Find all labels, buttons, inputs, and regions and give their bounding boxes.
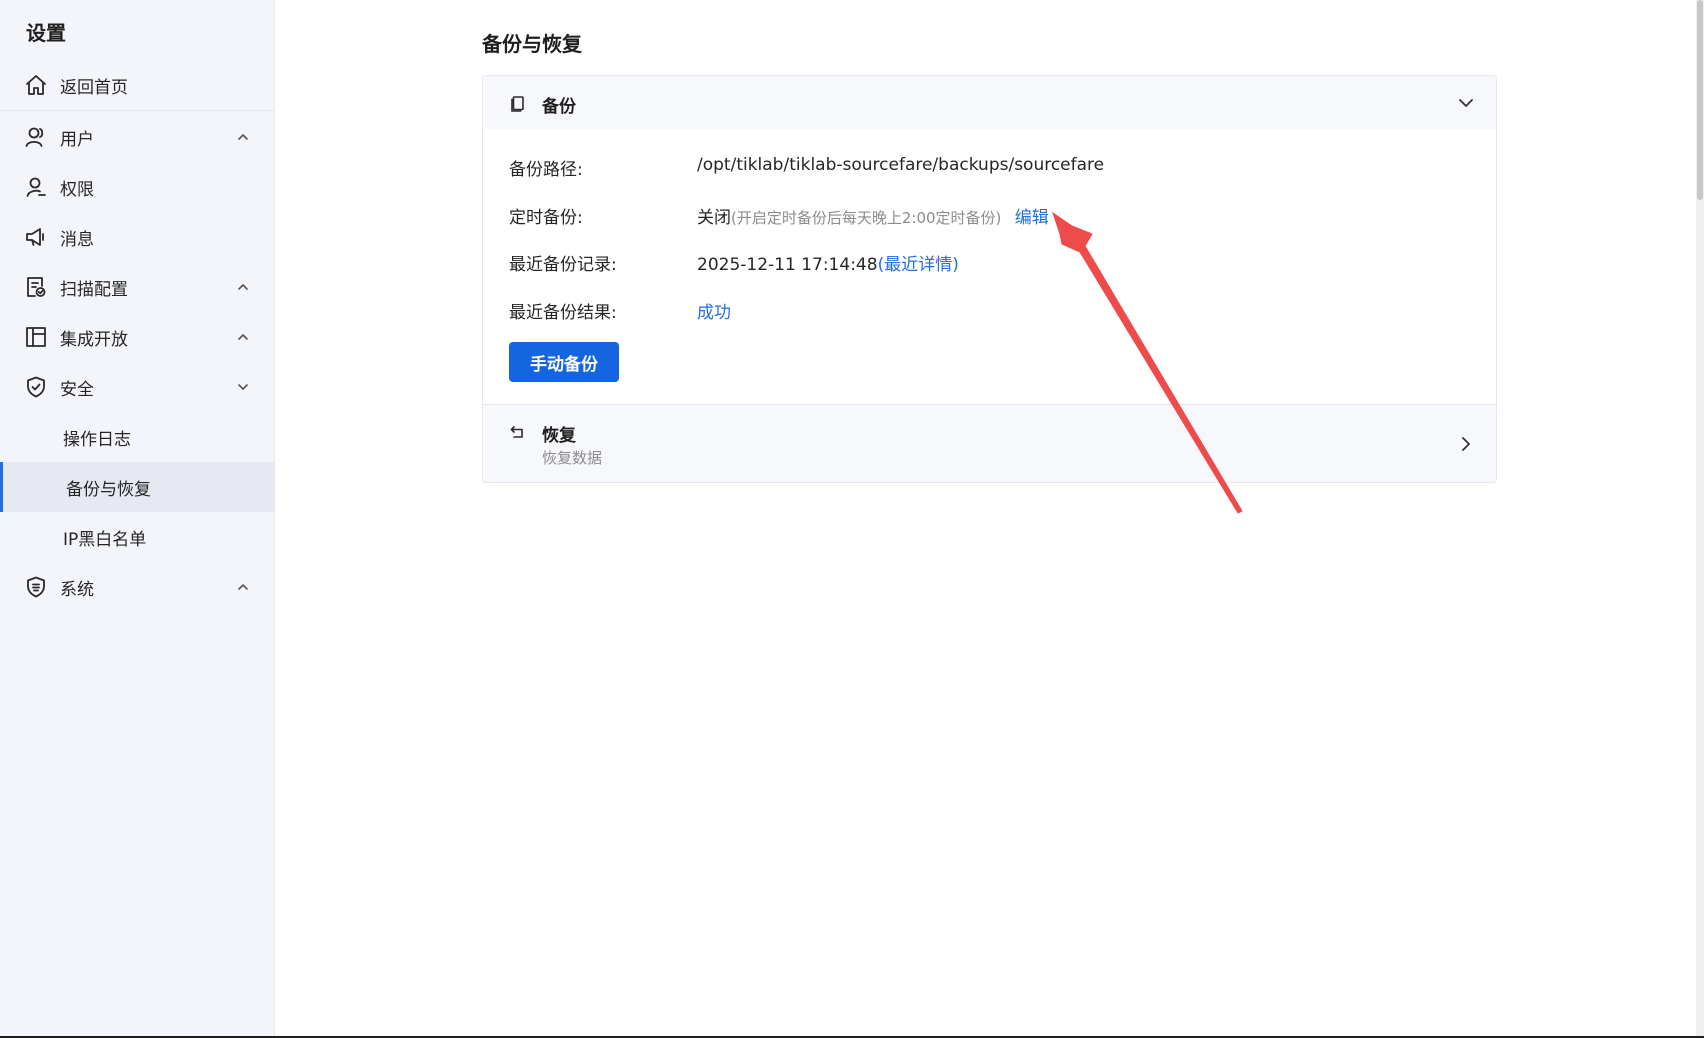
scan-document-icon [27,277,46,297]
page-scrollbar[interactable] [1696,0,1704,1038]
sidebar-item-label: IP黑白名单 [63,529,147,550]
sidebar-item-home[interactable]: 返回首页 [0,60,274,110]
backup-section-title: 备份 [542,97,576,117]
backup-restore-card: 备份 备份路径: /opt/tiklab/tiklab-sourcefare/b… [482,75,1497,483]
schedule-status: 关闭 [697,208,731,228]
permission-user-icon [26,177,46,197]
sidebar-item-users[interactable]: 用户 [0,112,274,162]
restore-section[interactable]: 恢复 恢复数据 [483,404,1496,482]
sidebar-item-backup-restore[interactable]: 备份与恢复 [0,462,274,512]
chevron-up-icon [238,284,248,290]
sidebar: 设置 返回首页 用户 权限 消息 扫描配置 集成开放 安全 操作日志 备份与恢复… [0,0,275,1038]
chevron-up-icon [238,334,248,340]
schedule-hint: (开启定时备份后每天晚上2:00定时备份) [731,209,1002,227]
sidebar-item-messages[interactable]: 消息 [0,212,274,262]
layout-icon [26,327,46,347]
chevron-up-icon [238,584,248,590]
scrollbar-thumb[interactable] [1697,0,1703,200]
restore-title: 恢复 [542,426,576,446]
schedule-label: 定时备份: [509,208,583,228]
shield-check-icon [27,376,45,398]
recent-record-label: 最近备份记录: [509,255,617,275]
chevron-up-icon [238,134,248,140]
sidebar-item-label: 集成开放 [60,329,128,350]
sidebar-item-label: 消息 [60,229,94,250]
sidebar-item-permissions[interactable]: 权限 [0,162,274,212]
sidebar-item-security[interactable]: 安全 [0,362,274,412]
sidebar-item-label: 扫描配置 [60,279,128,300]
copy-icon [511,96,524,112]
recent-detail-link[interactable]: (最近详情) [878,255,959,275]
user-icon [25,127,44,147]
backup-section-header[interactable]: 备份 [483,76,1496,129]
settings-app: 设置 返回首页 用户 权限 消息 扫描配置 集成开放 安全 操作日志 备份与恢复… [0,0,1704,1038]
certificate-shield-icon [27,576,45,598]
sidebar-item-ip-list[interactable]: IP黑白名单 [0,512,274,562]
chevron-right-icon [1462,437,1470,451]
sidebar-item-integration[interactable]: 集成开放 [0,312,274,362]
sidebar-title: 设置 [26,21,66,45]
sidebar-item-scan-config[interactable]: 扫描配置 [0,262,274,312]
sidebar-item-label: 权限 [60,179,94,200]
sidebar-item-label: 备份与恢复 [66,479,151,500]
sidebar-divider [0,110,274,111]
sidebar-item-label: 系统 [60,579,94,600]
restore-subtitle: 恢复数据 [542,449,603,467]
recent-record-time: 2025-12-11 17:14:48 [697,255,878,275]
recent-result-value[interactable]: 成功 [697,298,731,323]
sidebar-item-label: 用户 [60,129,94,150]
schedule-row: 关闭(开启定时备份后每天晚上2:00定时备份) 编辑 [697,203,1049,228]
sidebar-item-system[interactable]: 系统 [0,562,274,612]
megaphone-icon [26,228,44,246]
home-icon [26,75,46,95]
manual-backup-button[interactable]: 手动备份 [509,342,619,382]
undo-icon [510,426,523,438]
sidebar-item-label: 返回首页 [60,77,128,98]
chevron-down-icon [1459,99,1473,107]
page-title: 备份与恢复 [482,32,582,56]
sidebar-item-label: 操作日志 [63,429,131,450]
backup-path-label: 备份路径: [509,160,583,180]
schedule-edit-link[interactable]: 编辑 [1015,208,1049,228]
sidebar-item-operation-log[interactable]: 操作日志 [0,412,274,462]
recent-result-label: 最近备份结果: [509,303,617,323]
recent-record-row: 2025-12-11 17:14:48(最近详情) [697,250,959,275]
backup-path-value: /opt/tiklab/tiklab-sourcefare/backups/so… [697,155,1105,175]
sidebar-item-label: 安全 [60,379,94,400]
chevron-down-icon [238,384,248,390]
